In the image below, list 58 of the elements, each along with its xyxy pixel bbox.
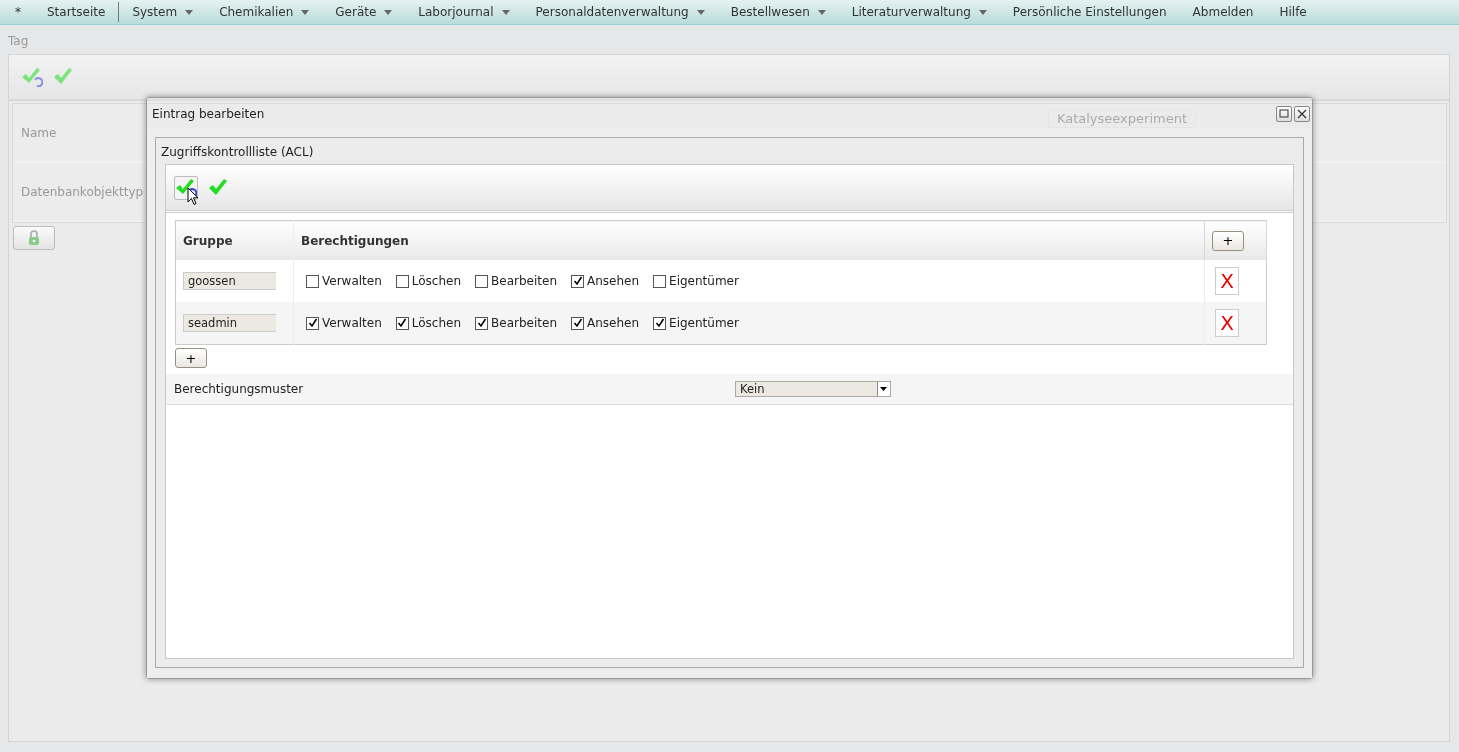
caret-icon (501, 9, 510, 15)
menu-item[interactable]: Persönliche Einstellungen (999, 2, 1180, 22)
menu-item[interactable]: System (119, 2, 207, 22)
page-title: Tag (8, 34, 30, 50)
checkbox-label: Ansehen (587, 274, 640, 288)
column-header: Gruppe (175, 220, 294, 260)
menu-item[interactable]: Personaldatenverwaltung (522, 2, 718, 22)
checkbox[interactable] (475, 316, 489, 330)
checkbox[interactable] (571, 274, 584, 288)
menu-item[interactable]: Literaturverwaltung (838, 2, 1000, 22)
menu-item[interactable]: Chemikalien (206, 2, 323, 22)
pattern-dropdown[interactable]: Kein (735, 381, 891, 397)
checkbox[interactable] (653, 274, 667, 288)
checkbox-label: Verwalten (322, 316, 382, 330)
group-field[interactable]: goossen (183, 272, 276, 290)
checkbox-label: Bearbeiten (491, 274, 557, 288)
caret-icon (301, 9, 310, 15)
checkbox[interactable] (306, 274, 319, 288)
field-label: Datenbankobjekttyp (20, 185, 144, 199)
menu-item[interactable]: Abmelden (1179, 2, 1267, 22)
check-icon[interactable] (208, 178, 228, 197)
checkbox-label: Löschen (411, 274, 462, 288)
checkbox[interactable] (395, 274, 409, 288)
check-icon[interactable] (53, 68, 73, 86)
menu-item[interactable]: Geräte (322, 2, 406, 22)
checkbox-label: Löschen (411, 316, 462, 330)
checkbox[interactable] (571, 316, 584, 330)
checkbox[interactable] (475, 274, 489, 288)
menu-item[interactable]: Hilfe (1266, 2, 1320, 22)
caret-icon (696, 9, 705, 15)
checkbox[interactable] (653, 316, 667, 330)
checkbox-label: Eigentümer (669, 316, 739, 330)
group-field[interactable]: seadmin (183, 314, 276, 332)
section-title: Zugriffskontrollliste (ACL) (160, 144, 315, 161)
menu-item[interactable]: Startseite (34, 2, 120, 22)
menu-item[interactable]: * (2, 2, 34, 22)
column-header: Berechtigungen (293, 220, 1205, 260)
menu-item[interactable]: Laborjournal (405, 2, 523, 22)
caret-icon (817, 9, 826, 15)
checkbox[interactable] (395, 316, 409, 330)
cursor-icon (187, 187, 199, 206)
add-button[interactable]: + (1212, 230, 1244, 251)
checkbox[interactable] (306, 316, 319, 330)
field-label: Name (20, 126, 57, 140)
field-label: Berechtigungsmuster (173, 382, 305, 396)
dialog-title: Eintrag bearbeiten (152, 106, 265, 121)
checkbox-label: Ansehen (587, 316, 640, 330)
caret-icon (384, 9, 393, 15)
checkbox-label: Verwalten (322, 274, 382, 288)
add-button[interactable]: + (175, 348, 207, 368)
checkbox-label: Eigentümer (669, 274, 739, 288)
checkbox-label: Bearbeiten (491, 316, 557, 330)
caret-icon (185, 9, 194, 15)
delete-button[interactable]: X (1215, 309, 1239, 337)
lock-icon (28, 230, 40, 246)
menu-item[interactable]: Bestellwesen (717, 2, 839, 22)
caret-icon (978, 9, 987, 15)
delete-button[interactable]: X (1215, 267, 1239, 295)
